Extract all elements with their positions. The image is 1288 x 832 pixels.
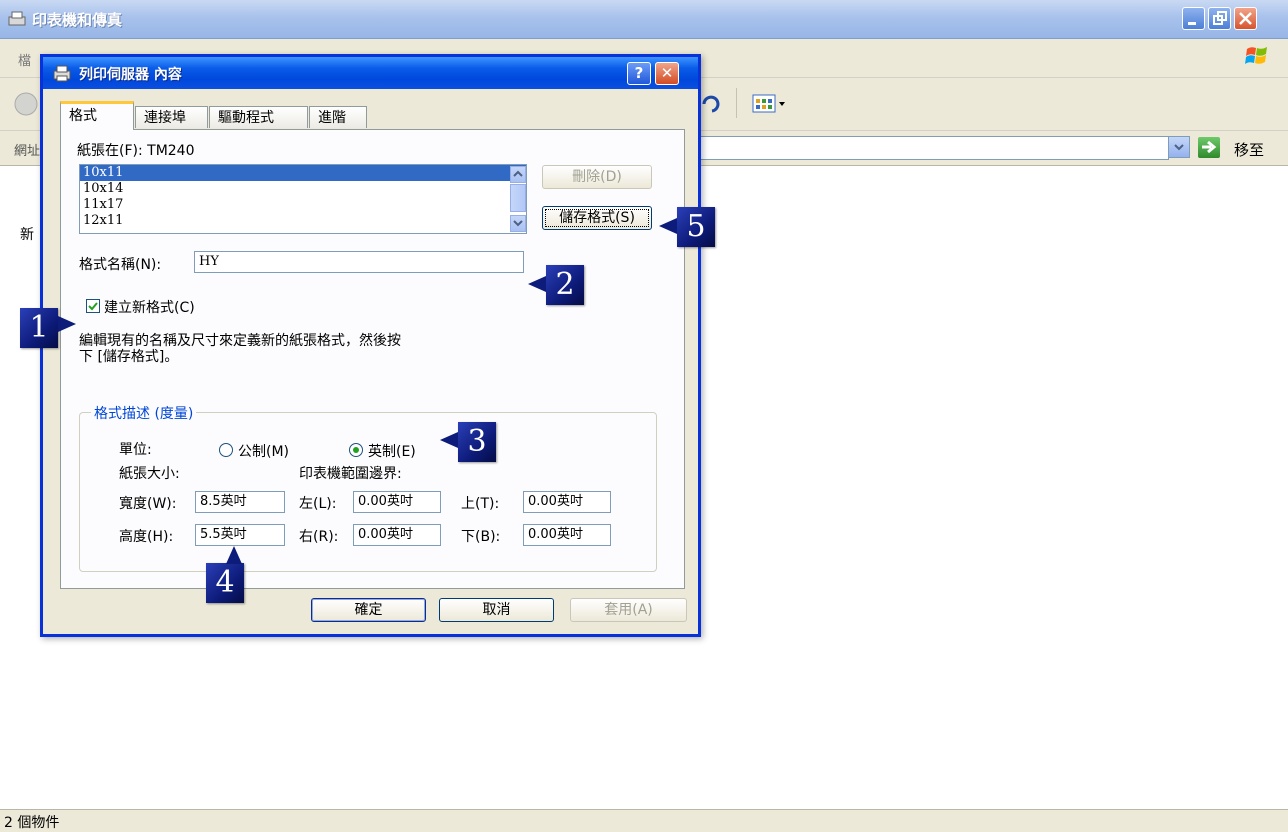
toolbar-separator [736,88,737,118]
metric-label[interactable]: 公制(M) [238,441,289,461]
create-new-form-checkbox[interactable] [86,299,100,313]
description-line-2: 下 [儲存格式]。 [79,349,179,365]
list-item[interactable]: 12x11 [80,213,526,229]
dialog-titlebar: 列印伺服器 內容 ? ✕ [43,57,698,89]
list-item[interactable]: 10x14 [80,181,526,197]
callout-2: 2 [546,265,584,305]
left-margin-input[interactable]: 0.00英吋 [353,491,441,513]
back-icon[interactable] [14,92,38,116]
english-radio[interactable] [349,443,363,457]
right-margin-label: 右(R): [299,529,339,545]
right-margin-input[interactable]: 0.00英吋 [353,524,441,546]
bottom-margin-input[interactable]: 0.00英吋 [523,524,611,546]
close-icon [1239,12,1252,25]
print-server-properties-dialog: 列印伺服器 內容 ? ✕ 格式 連接埠 驅動程式 進階 紙張在(F): TM24… [40,54,701,637]
chevron-up-icon [513,170,523,177]
windows-flag-icon [1245,47,1267,64]
delete-button[interactable]: 刪除(D) [542,165,652,189]
bottom-margin-label: 下(B): [461,529,501,545]
scroll-down-button[interactable] [510,215,526,232]
height-input[interactable]: 5.5英吋 [195,524,285,546]
apply-button[interactable]: 套用(A) [570,598,687,622]
chevron-down-icon [513,220,523,227]
address-label: 網址 [14,144,41,159]
minimize-button[interactable] [1182,7,1205,30]
forms-on-label: 紙張在(F): TM240 [77,143,195,159]
forms-listbox[interactable]: 10x11 10x14 11x17 12x11 [79,164,527,234]
menu-file[interactable]: 檔 [18,50,31,69]
printer-icon [53,65,71,82]
callout-1-pointer [58,316,76,332]
save-form-button[interactable]: 儲存格式(S) [542,206,652,230]
minimize-icon [1188,22,1196,25]
top-margin-label: 上(T): [461,496,500,512]
views-icon[interactable] [752,94,786,114]
radio-selected-dot [353,447,359,453]
tab-ports[interactable]: 連接埠 [135,106,208,128]
address-dropdown-button[interactable] [1168,136,1190,158]
main-window-titlebar: 印表機和傳真 [0,0,1288,39]
height-label: 高度(H): [119,529,174,545]
callout-5-pointer [659,218,677,234]
go-label[interactable]: 移至 [1234,139,1264,160]
restore-icon [1213,11,1227,25]
left-margin-label: 左(L): [299,496,337,512]
help-button[interactable]: ? [627,62,651,85]
paper-size-label: 紙張大小: [119,466,180,482]
cancel-button[interactable]: 取消 [439,598,554,622]
top-margin-input[interactable]: 0.00英吋 [523,491,611,513]
callout-1: 1 [20,308,58,348]
list-item[interactable]: 10x11 [80,165,526,181]
width-input[interactable]: 8.5英吋 [195,491,285,513]
width-label: 寬度(W): [119,496,177,512]
form-name-input[interactable]: HY [194,251,524,273]
go-button[interactable] [1198,137,1220,158]
status-bar: 2 個物件 [0,809,1288,832]
dialog-title: 列印伺服器 內容 [79,67,182,83]
tab-drivers[interactable]: 驅動程式 [209,106,308,128]
printer-fax-icon [8,11,26,26]
english-label[interactable]: 英制(E) [368,441,416,461]
dialog-close-button[interactable]: ✕ [655,62,679,85]
maximize-button[interactable] [1208,7,1231,30]
close-window-button[interactable] [1234,7,1257,30]
callout-5: 5 [677,207,715,247]
main-window-title: 印表機和傳真 [32,11,123,29]
list-item[interactable]: 11x17 [80,197,526,213]
status-text: 2 個物件 [4,815,60,831]
units-label: 單位: [119,442,152,458]
chevron-down-icon [1174,144,1184,151]
group-title: 格式描述 (度量) [91,403,197,423]
callout-2-pointer [528,276,546,292]
tab-forms[interactable]: 格式 [60,101,134,130]
forms-tab-panel: 紙張在(F): TM240 10x11 10x14 11x17 12x11 刪除… [60,129,685,589]
folders-icon[interactable] [700,92,720,116]
callout-3-pointer [440,432,458,448]
scroll-up-button[interactable] [510,166,526,183]
go-arrow-icon [1202,140,1217,154]
metric-radio[interactable] [219,443,233,457]
checkmark-icon [88,302,98,311]
printer-margins-label: 印表機範圍邊界: [299,466,402,482]
scrollbar-thumb[interactable] [510,184,526,212]
callout-3: 3 [458,422,496,462]
callout-4: 4 [206,563,244,603]
callout-4-pointer [226,546,242,564]
side-task-text[interactable]: 新 [20,224,34,244]
ok-button[interactable]: 確定 [311,598,426,622]
form-name-label: 格式名稱(N): [79,257,162,273]
create-new-form-label[interactable]: 建立新格式(C) [104,297,195,317]
tab-advanced[interactable]: 進階 [309,106,367,128]
